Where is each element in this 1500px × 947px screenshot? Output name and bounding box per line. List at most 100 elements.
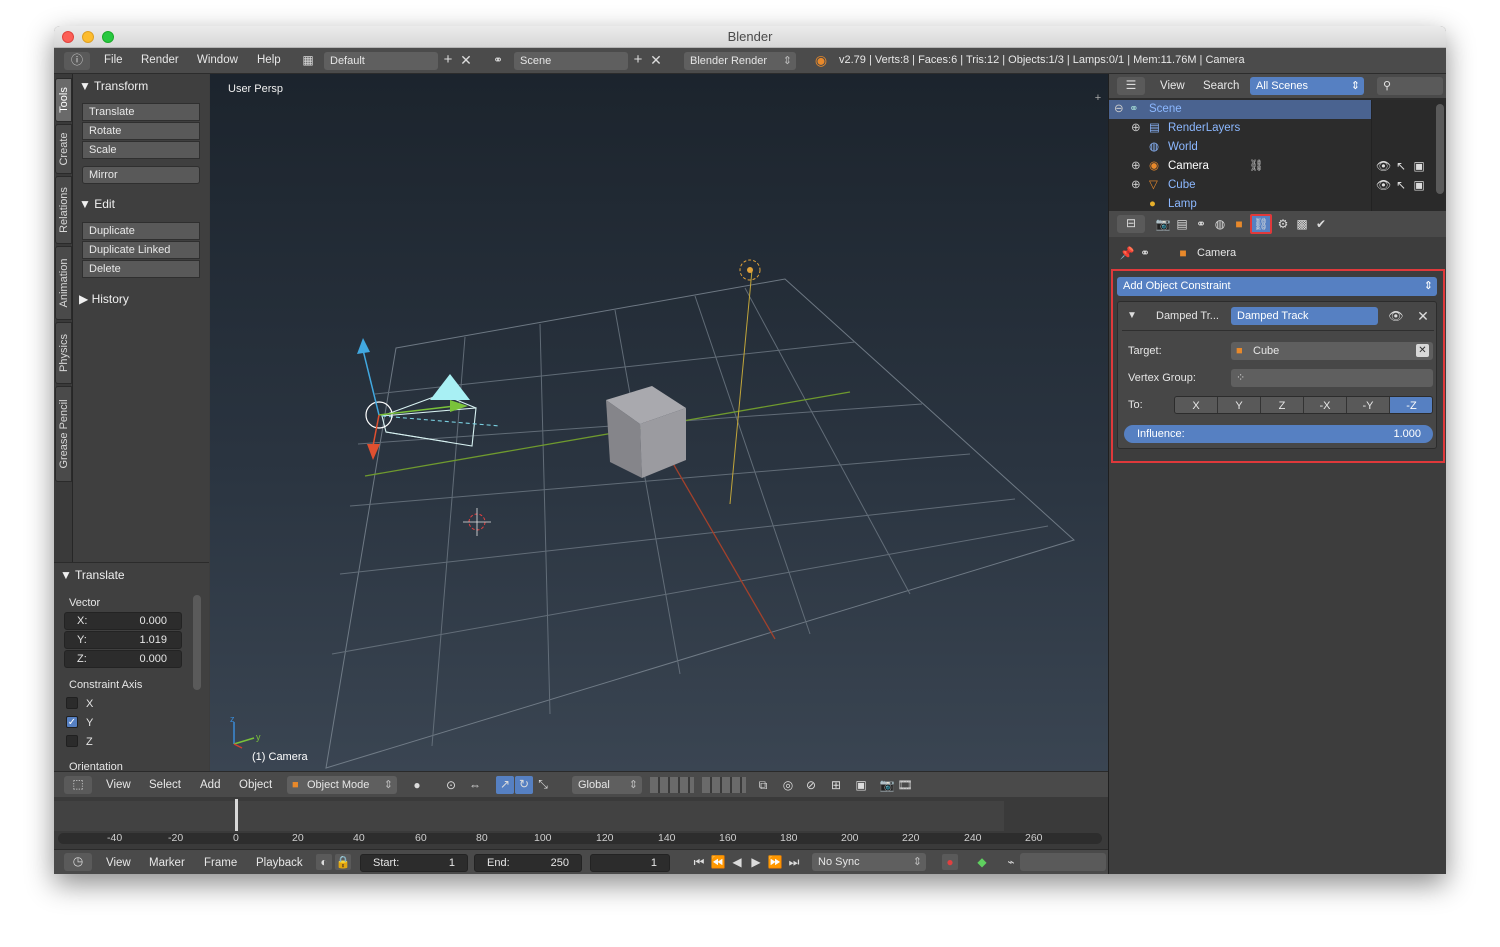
- end-frame-field[interactable]: End: 250: [474, 854, 582, 872]
- active-keying-set-field[interactable]: [1020, 853, 1106, 871]
- jump-end-icon[interactable]: ⏭: [785, 854, 803, 870]
- jump-keyframe-forward-icon[interactable]: ⏩: [766, 854, 784, 870]
- snap-element-icon[interactable]: ⊞: [824, 777, 848, 793]
- outliner-search-field[interactable]: ⚲: [1377, 77, 1443, 95]
- jump-start-icon[interactable]: ⏮: [690, 854, 708, 870]
- vector-z-field[interactable]: Z: 0.000: [64, 650, 182, 668]
- outliner-scrollbar[interactable]: [1436, 104, 1444, 194]
- constraint-visibility-eye-icon[interactable]: 👁: [1388, 308, 1404, 324]
- outliner-menu-view[interactable]: View: [1160, 80, 1185, 92]
- track-axis-x-button[interactable]: X: [1175, 397, 1218, 413]
- vertex-group-field[interactable]: ⁘: [1231, 369, 1433, 387]
- auto-keying-icon[interactable]: ●: [942, 854, 958, 870]
- properties-editor-type-icon[interactable]: ⊟: [1117, 215, 1145, 233]
- tab-grease-pencil[interactable]: Grease Pencil: [55, 386, 72, 482]
- tab-create[interactable]: Create: [55, 124, 72, 174]
- track-axis-y-button[interactable]: Y: [1218, 397, 1261, 413]
- tab-animation[interactable]: Animation: [55, 246, 72, 320]
- scene-field[interactable]: Scene: [514, 52, 628, 70]
- object-tab-icon[interactable]: ■: [1231, 216, 1247, 232]
- track-axis-neg-y-button[interactable]: -Y: [1347, 397, 1390, 413]
- collapse-triangle-icon[interactable]: ▼: [1124, 308, 1140, 324]
- view3d-menu-add[interactable]: Add: [200, 779, 220, 791]
- operator-panel-header[interactable]: ▼ Translate: [60, 568, 125, 582]
- lock-range-icon[interactable]: 🔒: [335, 854, 351, 870]
- duplicate-button[interactable]: Duplicate: [82, 222, 200, 240]
- target-field[interactable]: ■ Cube ✕: [1231, 342, 1433, 360]
- delete-button[interactable]: Delete: [82, 260, 200, 278]
- timeline-editor-type-icon[interactable]: ◷: [64, 853, 92, 871]
- translate-button[interactable]: Translate: [82, 103, 200, 121]
- insert-keyframe-icon[interactable]: ⌁: [1002, 854, 1020, 870]
- visibility-eye-icon[interactable]: 👁: [1376, 177, 1391, 193]
- history-panel-header[interactable]: ▶ History: [79, 292, 129, 306]
- track-axis-z-button[interactable]: Z: [1261, 397, 1304, 413]
- selectability-cursor-icon[interactable]: ↖: [1394, 177, 1408, 193]
- view3d-menu-select[interactable]: Select: [149, 779, 181, 791]
- current-frame-field[interactable]: 1: [590, 854, 670, 872]
- snap-icon[interactable]: ⊘: [802, 777, 820, 793]
- view3d-menu-object[interactable]: Object: [239, 779, 272, 791]
- layer-buttons-b[interactable]: [702, 777, 746, 793]
- lock-camera-icon[interactable]: ⧉: [754, 777, 772, 793]
- render-engine-select[interactable]: Blender Render ⇕: [684, 52, 796, 70]
- world-tab-icon[interactable]: ◍: [1212, 216, 1228, 232]
- view3d-editor-type-icon[interactable]: ⬚: [64, 776, 92, 794]
- add-object-constraint-select[interactable]: Add Object Constraint ⇕: [1117, 277, 1437, 296]
- menu-render[interactable]: Render: [141, 54, 179, 66]
- scale-manipulator-icon[interactable]: ⤡: [534, 776, 552, 792]
- scene-tab-icon[interactable]: ⚭: [1193, 216, 1209, 232]
- timeline-menu-playback[interactable]: Playback: [256, 857, 303, 869]
- vector-y-field[interactable]: Y: 1.019: [64, 631, 182, 649]
- influence-slider[interactable]: Influence: 1.000: [1124, 425, 1433, 443]
- selectability-cursor-icon[interactable]: ↖: [1394, 158, 1408, 174]
- rotate-button[interactable]: Rotate: [82, 122, 200, 140]
- manipulator-icon[interactable]: ⇔: [466, 777, 484, 793]
- visibility-eye-icon[interactable]: 👁: [1376, 158, 1391, 174]
- track-axis-neg-z-button[interactable]: -Z: [1390, 397, 1432, 413]
- edit-panel-header[interactable]: ▼ Edit: [79, 197, 115, 211]
- outliner-row-cube[interactable]: ⊕ ▽ Cube: [1109, 176, 1371, 195]
- scale-button[interactable]: Scale: [82, 141, 200, 159]
- vector-x-field[interactable]: X: 0.000: [64, 612, 182, 630]
- mirror-button[interactable]: Mirror: [82, 166, 200, 184]
- outliner-row-renderlayers[interactable]: ⊕ ▤ RenderLayers: [1109, 119, 1371, 138]
- tab-relations[interactable]: Relations: [55, 176, 72, 244]
- preview-range-icon[interactable]: ◐: [316, 854, 332, 870]
- constraint-name-field[interactable]: Damped Track: [1231, 307, 1378, 325]
- outliner-menu-search[interactable]: Search: [1203, 80, 1239, 92]
- operator-scrollbar[interactable]: [193, 595, 201, 690]
- jump-keyframe-back-icon[interactable]: ⏪: [709, 854, 727, 870]
- rotate-manipulator-icon[interactable]: ↻: [515, 776, 533, 794]
- texture-tab-icon[interactable]: ▩: [1294, 216, 1310, 232]
- current-frame-indicator[interactable]: [235, 799, 238, 831]
- info-editor-type-icon[interactable]: ⓘ: [64, 52, 90, 70]
- layout-field[interactable]: Default: [324, 52, 438, 70]
- timeline-menu-view[interactable]: View: [106, 857, 131, 869]
- outliner-editor-type-icon[interactable]: ☰: [1117, 77, 1145, 95]
- opengl-animation-icon[interactable]: 🎞: [896, 777, 914, 793]
- layer-buttons-a[interactable]: [650, 777, 694, 793]
- start-frame-field[interactable]: Start: 1: [360, 854, 468, 872]
- render-tab-icon[interactable]: 📷: [1155, 216, 1171, 232]
- opengl-render-icon[interactable]: 📷: [878, 777, 896, 793]
- zoom-window-button[interactable]: [102, 31, 114, 43]
- remove-layout-icon[interactable]: ✕: [458, 52, 474, 68]
- close-window-button[interactable]: [62, 31, 74, 43]
- translate-manipulator-icon[interactable]: ↗: [496, 776, 514, 794]
- renderability-camera-icon[interactable]: ▣: [1412, 177, 1426, 193]
- sync-mode-select[interactable]: No Sync ⇕: [812, 853, 926, 871]
- outliner-row-scene[interactable]: ⊖ ⚭ Scene: [1109, 100, 1371, 119]
- tab-physics[interactable]: Physics: [55, 322, 72, 384]
- delete-constraint-icon[interactable]: ✕: [1415, 308, 1431, 324]
- clear-target-icon[interactable]: ✕: [1416, 344, 1429, 357]
- timeline-menu-frame[interactable]: Frame: [204, 857, 237, 869]
- keying-set-icon[interactable]: ◆: [970, 854, 994, 870]
- constraint-z-checkbox[interactable]: [66, 735, 78, 747]
- duplicate-linked-button[interactable]: Duplicate Linked: [82, 241, 200, 259]
- proportional-edit-icon[interactable]: ◎: [779, 777, 797, 793]
- timeline-menu-marker[interactable]: Marker: [149, 857, 185, 869]
- snap-target-icon[interactable]: ▣: [852, 777, 870, 793]
- add-layout-icon[interactable]: +: [440, 52, 456, 68]
- camera-data-tab-icon[interactable]: ✔: [1313, 216, 1329, 232]
